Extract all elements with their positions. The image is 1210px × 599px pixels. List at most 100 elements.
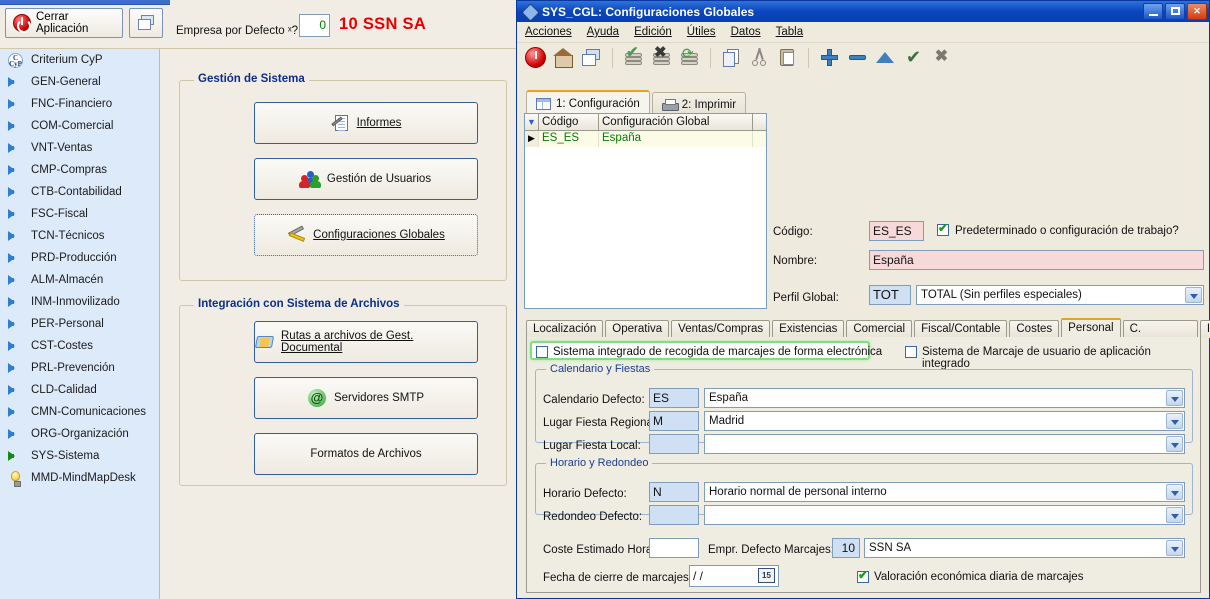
calendar-icon[interactable]: 15 — [758, 568, 775, 583]
configuraciones-grid[interactable]: ▼ Código Configuración Global ▶ ES_ES Es… — [524, 113, 767, 309]
sidebar-item-criterium[interactable]: C CyP Criterium CyP — [0, 49, 159, 71]
menu-tabla[interactable]: Tabla — [776, 26, 804, 38]
chevron-down-icon[interactable] — [1166, 507, 1183, 523]
calendario-defecto-combo[interactable]: España — [704, 388, 1185, 408]
paste-icon[interactable] — [777, 47, 798, 68]
grid-filter-icon[interactable]: ▼ — [525, 114, 539, 130]
close-button[interactable]: ✕ — [1187, 3, 1207, 20]
servidores-smtp-button[interactable]: Servidores SMTP — [254, 377, 478, 419]
marcaje-usuario-checkbox[interactable] — [905, 346, 917, 358]
menu-edicion[interactable]: Edición — [634, 26, 672, 38]
nombre-field[interactable]: España — [869, 250, 1204, 270]
sidebar-item-cst[interactable]: CST-Costes — [0, 335, 159, 357]
perfil-global-combo[interactable]: TOTAL (Sin perfiles especiales) — [916, 285, 1204, 305]
table-row[interactable]: ▶ ES_ES España — [525, 131, 766, 147]
windows-icon[interactable] — [581, 47, 602, 68]
add-icon[interactable] — [819, 47, 840, 68]
blue-arrow-icon — [8, 383, 24, 397]
tab-existencias[interactable]: Existencias — [772, 320, 845, 338]
module-sidebar[interactable]: C CyP Criterium CyP GEN-General FNC-Finan… — [0, 49, 160, 599]
sidebar-item-ctb[interactable]: CTB-Contabilidad — [0, 181, 159, 203]
approve-stack-icon[interactable]: ✔ — [623, 45, 644, 68]
gestion-usuarios-button[interactable]: Gestión de Usuarios — [254, 158, 478, 200]
sidebar-item-fnc[interactable]: FNC-Financiero — [0, 93, 159, 115]
copy-icon[interactable] — [721, 47, 742, 68]
menu-utiles[interactable]: Útiles — [687, 26, 716, 38]
sidebar-item-fsc[interactable]: FSC-Fiscal — [0, 203, 159, 225]
chevron-down-icon[interactable] — [1185, 287, 1202, 303]
chevron-down-icon[interactable] — [1166, 413, 1183, 429]
empresa-defecto-marcajes-code[interactable]: 10 — [832, 538, 860, 558]
chevron-down-icon[interactable] — [1166, 436, 1183, 452]
horario-defecto-combo[interactable]: Horario normal de personal interno — [704, 482, 1185, 502]
tab-ventas-compras[interactable]: Ventas/Compras — [671, 320, 771, 338]
sidebar-item-vnt[interactable]: VNT-Ventas — [0, 137, 159, 159]
tab-personal[interactable]: Personal — [1061, 318, 1121, 338]
sidebar-item-prl[interactable]: PRL-Prevención — [0, 357, 159, 379]
sidebar-item-gen[interactable]: GEN-General — [0, 71, 159, 93]
fiesta-regional-combo[interactable]: Madrid — [704, 411, 1185, 431]
configuraciones-globales-button[interactable]: Configuraciones Globales — [254, 214, 478, 256]
predeterminado-checkbox[interactable] — [937, 221, 949, 236]
tab-fiscal-contable[interactable]: Fiscal/Contable — [914, 320, 1008, 338]
fiesta-local-code[interactable] — [649, 434, 699, 454]
sidebar-item-com[interactable]: COM-Comercial — [0, 115, 159, 137]
sidebar-item-org[interactable]: ORG-Organización — [0, 423, 159, 445]
home-icon[interactable] — [553, 47, 574, 68]
tab-operativa[interactable]: Operativa — [605, 320, 670, 338]
dialog-titlebar[interactable]: SYS_CGL: Configuraciones Globales ✕ — [517, 1, 1209, 22]
refresh-stack-icon[interactable]: ⟳ — [679, 46, 700, 68]
dialog-toolbar[interactable]: ✔ ✖ ⟳ ✔ ✖ — [517, 42, 1209, 72]
menu-ayuda[interactable]: Ayuda — [587, 26, 619, 38]
sidebar-item-mmd[interactable]: MMD-MindMapDesk — [0, 467, 159, 489]
sidebar-item-per[interactable]: PER-Personal — [0, 313, 159, 335]
confirm-icon[interactable]: ✔ — [903, 47, 924, 68]
minimize-button[interactable] — [1143, 3, 1163, 20]
tab-localizacion[interactable]: Localización — [526, 320, 604, 338]
menu-datos[interactable]: Datos — [731, 26, 761, 38]
exit-icon[interactable] — [525, 47, 546, 68]
close-application-button[interactable]: Cerrar Aplicación — [5, 8, 123, 38]
cut-icon[interactable] — [749, 47, 770, 68]
redondeo-defecto-combo[interactable] — [704, 505, 1185, 525]
redondeo-defecto-code[interactable] — [649, 505, 699, 525]
empresa-defecto-marcajes-combo[interactable]: SSN SA — [864, 538, 1185, 558]
horario-defecto-code[interactable]: N — [649, 482, 699, 502]
menu-acciones[interactable]: Acciones — [525, 26, 572, 38]
chevron-down-icon[interactable] — [1166, 540, 1183, 556]
tab-comercial[interactable]: Comercial — [846, 320, 913, 338]
marcajes-electronicos-checkbox[interactable] — [536, 346, 548, 358]
fiesta-regional-code[interactable]: M — [649, 411, 699, 431]
remove-icon[interactable] — [847, 47, 868, 68]
dialog-menubar[interactable]: Acciones Ayuda Edición Útiles Datos Tabl… — [517, 22, 1209, 42]
sidebar-item-cmp[interactable]: CMP-Compras — [0, 159, 159, 181]
detail-tabs[interactable]: Localización Operativa Ventas/Compras Ex… — [526, 318, 1210, 352]
sidebar-item-cmn[interactable]: CMN-Comunicaciones — [0, 401, 159, 423]
perfil-global-code-field[interactable]: TOT — [869, 285, 911, 305]
tab-c-documental[interactable]: C. Documental — [1122, 320, 1198, 352]
sidebar-item-alm[interactable]: ALM-Almacén — [0, 269, 159, 291]
chevron-down-icon[interactable] — [1166, 484, 1183, 500]
rutas-archivos-button[interactable]: Rutas a archivos de Gest. Documental — [254, 321, 478, 363]
sidebar-item-sys[interactable]: SYS-Sistema — [0, 445, 159, 467]
sidebar-item-cld[interactable]: CLD-Calidad — [0, 379, 159, 401]
tab-costes[interactable]: Costes — [1009, 320, 1060, 338]
fiesta-local-combo[interactable] — [704, 434, 1185, 454]
windows-cascade-button[interactable] — [129, 8, 163, 38]
sidebar-item-inm[interactable]: INM-Inmovilizado — [0, 291, 159, 313]
reject-stack-icon[interactable]: ✖ — [651, 45, 672, 68]
default-company-input[interactable]: 0 — [299, 14, 330, 37]
chevron-down-icon[interactable] — [1166, 390, 1183, 406]
tab-interfaz[interactable]: Interfaz — [1199, 320, 1210, 338]
maximize-button[interactable] — [1165, 3, 1185, 20]
coste-estimado-field[interactable] — [649, 538, 699, 558]
valoracion-economica-checkbox[interactable] — [857, 568, 869, 583]
calendario-defecto-code[interactable]: ES — [649, 388, 699, 408]
codigo-field[interactable]: ES_ES — [869, 221, 924, 241]
formatos-archivos-button[interactable]: Formatos de Archivos — [254, 433, 478, 475]
up-icon[interactable] — [875, 47, 896, 68]
informes-button[interactable]: Informes — [254, 102, 478, 144]
sidebar-item-prd[interactable]: PRD-Producción — [0, 247, 159, 269]
sidebar-item-tcn[interactable]: TCN-Técnicos — [0, 225, 159, 247]
cancel-icon[interactable]: ✖ — [931, 47, 952, 68]
